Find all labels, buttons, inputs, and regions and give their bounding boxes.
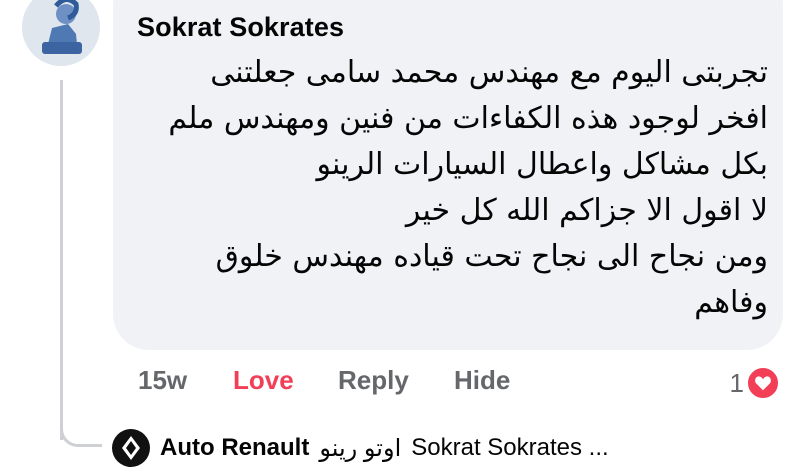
comment-line: افخر لوجود هذه الكفاءات من فنين ومهندس م… bbox=[168, 101, 768, 136]
reply-preview[interactable]: Auto Renault اوتو رينو Sokrat Sokrates .… bbox=[112, 428, 609, 468]
renault-logo-icon bbox=[112, 429, 150, 467]
reply-button[interactable]: Reply bbox=[338, 365, 409, 396]
timestamp[interactable]: 15w bbox=[138, 365, 187, 396]
comment-line: لا اقول الا جزاكم الله كل خير bbox=[405, 193, 768, 228]
heart-icon bbox=[746, 366, 780, 400]
comment-line: وفاهم bbox=[694, 285, 768, 320]
reaction-summary[interactable]: 1 bbox=[730, 366, 780, 400]
reply-snippet: Sokrat Sokrates ... bbox=[411, 434, 609, 461]
thread-connector bbox=[60, 425, 102, 447]
avatar[interactable] bbox=[22, 0, 100, 66]
reaction-count: 1 bbox=[729, 367, 744, 398]
comment-author[interactable]: Sokrat Sokrates bbox=[137, 12, 344, 43]
comment-line: ومن نجاح الى نجاح تحت قياده مهندس خلوق bbox=[215, 239, 768, 274]
user-avatar-icon bbox=[22, 0, 100, 66]
thread-line bbox=[60, 80, 63, 440]
comment-text: تجربتى اليوم مع مهندس محمد سامى جعلتنى ا… bbox=[148, 50, 768, 326]
love-button[interactable]: Love bbox=[233, 365, 294, 396]
hide-button[interactable]: Hide bbox=[454, 365, 510, 396]
reply-author[interactable]: Auto Renault bbox=[160, 434, 309, 462]
comment-line: بكل مشاكل واعطال السيارات الرينو bbox=[316, 147, 768, 182]
reply-author-arabic: اوتو رينو bbox=[319, 434, 402, 462]
comment-line: تجربتى اليوم مع مهندس محمد سامى جعلتنى bbox=[210, 55, 768, 90]
